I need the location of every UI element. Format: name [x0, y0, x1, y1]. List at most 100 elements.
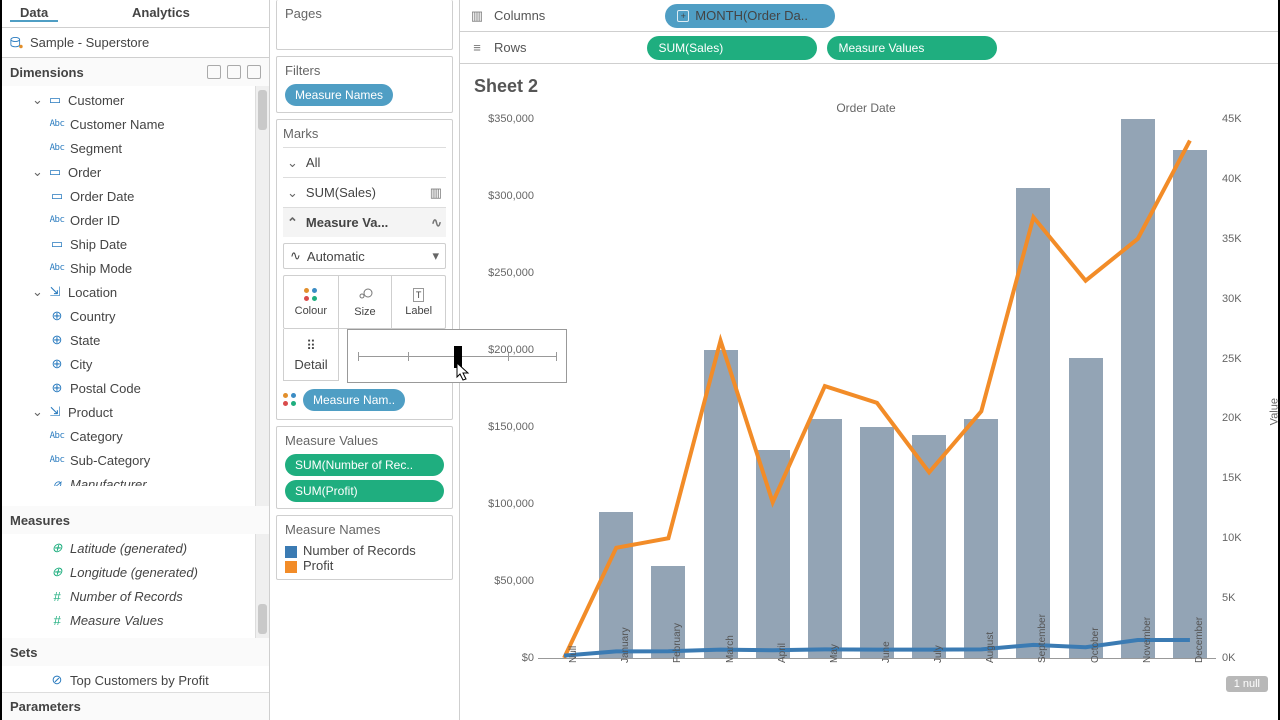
tab-data[interactable]: Data	[10, 5, 58, 22]
field-customer-name[interactable]: AbcCustomer Name	[2, 112, 269, 136]
field-manufacturer[interactable]: ⌀Manufacturer	[2, 472, 269, 486]
columns-pill-month-orderdate[interactable]: +MONTH(Order Da..	[665, 4, 835, 28]
field-state[interactable]: ⊕State	[2, 328, 269, 352]
y-left-tick: $250,000	[468, 267, 534, 279]
measure-values-shelf[interactable]: Measure Values SUM(Number of Rec.. SUM(P…	[276, 426, 453, 509]
legend-item-nrec[interactable]: Number of Records	[285, 543, 444, 558]
marks-sum-sales[interactable]: ⌄SUM(Sales)▥	[283, 177, 446, 207]
x-tick: January	[620, 627, 631, 663]
date-icon: ▭	[50, 189, 64, 203]
colour-pill-measure-names[interactable]: Measure Nam..	[303, 389, 405, 411]
measures-scrollbar[interactable]	[255, 534, 269, 638]
field-longitude[interactable]: ⊕Longitude (generated)	[2, 560, 269, 584]
x-tick: February	[672, 623, 683, 663]
y-right-tick: 0K	[1222, 652, 1262, 664]
dimensions-scrollbar[interactable]	[255, 86, 269, 506]
folder-location[interactable]: ⌄⇲Location	[2, 280, 269, 304]
expand-icon[interactable]: +	[677, 10, 689, 22]
marks-all[interactable]: ⌄All	[283, 147, 446, 177]
y-right-tick: 35K	[1222, 233, 1262, 245]
filters-shelf[interactable]: Filters Measure Names	[276, 56, 453, 113]
marks-property-grid: Colour Size T Label	[283, 275, 446, 329]
folder-order[interactable]: ⌄▭Order	[2, 160, 269, 184]
sets-header: Sets	[2, 638, 269, 666]
x-tick: March	[725, 635, 736, 663]
columns-label: Columns	[494, 8, 545, 23]
string-icon: Abc	[50, 261, 64, 275]
x-tick: June	[881, 641, 892, 663]
mv-pill-profit[interactable]: SUM(Profit)	[285, 480, 444, 502]
plot[interactable]: $0$50,000$100,000$150,000$200,000$250,00…	[538, 119, 1216, 659]
filters-title: Filters	[285, 63, 444, 78]
mv-pill-number-records[interactable]: SUM(Number of Rec..	[285, 454, 444, 476]
folder-customer[interactable]: ⌄▭Customer	[2, 88, 269, 112]
field-order-id[interactable]: AbcOrder ID	[2, 208, 269, 232]
string-icon: Abc	[50, 141, 64, 155]
field-ship-mode[interactable]: AbcShip Mode	[2, 256, 269, 280]
marks-measure-values[interactable]: ⌃Measure Va...∿	[283, 207, 446, 237]
string-icon: Abc	[50, 213, 64, 227]
view-as-list-icon[interactable]	[207, 65, 221, 79]
set-top-customers[interactable]: ⊘Top Customers by Profit	[2, 668, 269, 692]
y-left-tick: $50,000	[468, 575, 534, 587]
columns-shelf[interactable]: ▥ Columns +MONTH(Order Da..	[460, 0, 1278, 32]
globe-icon: ⊕	[50, 357, 64, 371]
field-segment[interactable]: AbcSegment	[2, 136, 269, 160]
datasource-name: Sample - Superstore	[30, 35, 149, 50]
field-postal[interactable]: ⊕Postal Code	[2, 376, 269, 400]
menu-dropdown-icon[interactable]	[247, 65, 261, 79]
field-subcategory[interactable]: AbcSub-Category	[2, 448, 269, 472]
field-number-records[interactable]: #Number of Records	[2, 584, 269, 608]
mark-type-select[interactable]: ∿ Automatic ▾	[283, 243, 446, 269]
number-icon: #	[50, 613, 64, 627]
field-latitude[interactable]: ⊕Latitude (generated)	[2, 536, 269, 560]
folder-icon: ▭	[48, 165, 62, 179]
measures-tree: ⊕Latitude (generated) ⊕Longitude (genera…	[2, 534, 269, 634]
pages-shelf[interactable]: Pages	[276, 0, 453, 50]
field-category[interactable]: AbcCategory	[2, 424, 269, 448]
bar-icon: ▥	[430, 185, 442, 201]
marks-size[interactable]: Size	[338, 276, 392, 328]
null-indicator[interactable]: 1 null	[1226, 676, 1268, 692]
y-left-tick: $150,000	[468, 421, 534, 433]
field-ship-date[interactable]: ▭Ship Date	[2, 232, 269, 256]
tab-analytics[interactable]: Analytics	[122, 5, 200, 22]
globe-icon: ⊕	[50, 309, 64, 323]
rows-shelf[interactable]: ≡ Rows SUM(Sales) Measure Values	[460, 32, 1278, 64]
detail-icon: ⠿	[306, 338, 316, 354]
marks-title: Marks	[283, 126, 446, 141]
datasource-icon	[10, 36, 24, 50]
string-icon: Abc	[50, 429, 64, 443]
chart-area: Sheet 2 Order Date $0$50,000$100,000$150…	[460, 64, 1278, 720]
field-country[interactable]: ⊕Country	[2, 304, 269, 328]
string-icon: Abc	[50, 453, 64, 467]
datasource-row[interactable]: Sample - Superstore	[2, 28, 269, 58]
data-analytics-tabs: Data Analytics	[2, 0, 269, 28]
sheet-title: Sheet 2	[474, 76, 1264, 97]
field-measure-values[interactable]: #Measure Values	[2, 608, 269, 632]
marks-detail[interactable]: ⠿ Detail	[283, 329, 339, 381]
find-field-icon[interactable]	[227, 65, 241, 79]
parameters-header: Parameters	[2, 692, 269, 720]
chevron-down-icon: ▾	[432, 248, 439, 264]
rows-pill-measure-values[interactable]: Measure Values	[827, 36, 997, 60]
dimensions-header: Dimensions	[2, 58, 269, 86]
y-left-tick: $200,000	[468, 344, 534, 356]
legend-item-profit[interactable]: Profit	[285, 558, 444, 573]
marks-colour[interactable]: Colour	[284, 276, 338, 328]
globe-icon: ⊕	[50, 381, 64, 395]
filter-pill-measure-names[interactable]: Measure Names	[285, 84, 393, 106]
field-order-date[interactable]: ▭Order Date	[2, 184, 269, 208]
x-tick: November	[1142, 617, 1153, 663]
x-tick: December	[1194, 617, 1205, 663]
size-icon	[357, 286, 373, 303]
set-icon: ⊘	[50, 673, 64, 687]
marks-label[interactable]: T Label	[391, 276, 445, 328]
folder-product[interactable]: ⌄⇲Product	[2, 400, 269, 424]
field-city[interactable]: ⊕City	[2, 352, 269, 376]
x-tick: May	[829, 644, 840, 663]
columns-icon: ▥	[470, 9, 484, 23]
rows-pill-sum-sales[interactable]: SUM(Sales)	[647, 36, 817, 60]
y-left-tick: $0	[468, 652, 534, 664]
date-icon: ▭	[50, 237, 64, 251]
